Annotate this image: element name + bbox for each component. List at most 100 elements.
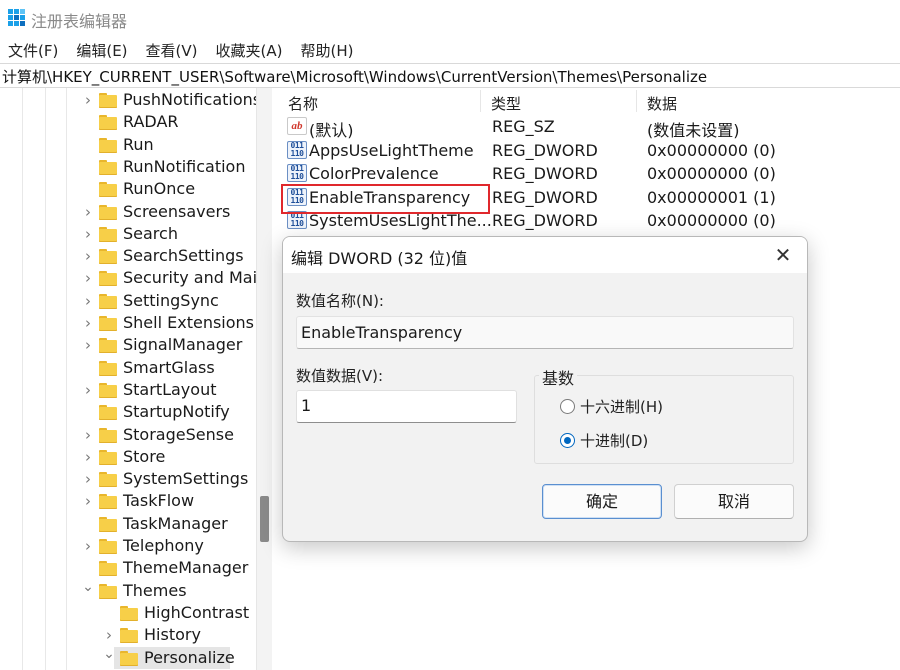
- address-bar[interactable]: 计算机\HKEY_CURRENT_USER\Software\Microsoft…: [0, 63, 900, 88]
- value-name-cell: AppsUseLightTheme: [309, 140, 474, 160]
- tree-scrollbar-thumb[interactable]: [260, 496, 269, 542]
- chevron-down-icon[interactable]: ⌄: [82, 579, 94, 595]
- tree-item-label: Telephony: [123, 536, 204, 555]
- key-tree-pane[interactable]: › PushNotifications RADAR Run RunNotificatio…: [0, 88, 272, 670]
- close-icon[interactable]: ✕: [769, 241, 797, 269]
- registry-editor-app-icon: [8, 9, 25, 26]
- column-header-name[interactable]: 名称: [288, 93, 318, 114]
- menu-help[interactable]: 帮助(H): [300, 40, 353, 61]
- folder-icon: [99, 405, 117, 421]
- tree-item[interactable]: ThemeManager: [0, 557, 256, 579]
- tree-item-label: SignalManager: [123, 335, 243, 355]
- tree-item[interactable]: › StartLayout: [0, 379, 256, 401]
- tree-item[interactable]: › SearchSettings: [0, 245, 256, 267]
- tree-item-label: Shell Extensions: [123, 313, 254, 332]
- chevron-right-icon[interactable]: ›: [82, 91, 94, 109]
- folder-icon: [99, 338, 117, 354]
- list-row[interactable]: 011 110 ColorPrevalence REG_DWORD 0x00000000…: [278, 162, 900, 185]
- chevron-right-icon[interactable]: ›: [82, 203, 94, 221]
- chevron-right-icon[interactable]: ›: [82, 381, 94, 399]
- tree-item-label: PushNotifications: [123, 90, 262, 109]
- chevron-right-icon[interactable]: ›: [82, 426, 94, 444]
- folder-icon: [99, 494, 117, 510]
- menu-favorites[interactable]: 收藏夹(A): [216, 40, 283, 61]
- tree-item[interactable]: › SettingSync: [0, 290, 256, 312]
- value-data-input[interactable]: 1: [296, 390, 517, 423]
- chevron-right-icon[interactable]: ›: [82, 314, 94, 332]
- value-name-label: 数值名称(N):: [296, 292, 384, 310]
- tree-item[interactable]: TaskManager: [0, 513, 256, 535]
- ok-button[interactable]: 确定: [542, 484, 662, 519]
- radio-button-checked[interactable]: [560, 432, 575, 448]
- tree-item[interactable]: › SystemSettings: [0, 468, 256, 490]
- tree-item[interactable]: HighContrast: [0, 602, 256, 624]
- tree-item[interactable]: › StorageSense: [0, 424, 256, 446]
- column-header-type[interactable]: 类型: [491, 93, 521, 114]
- tree-item[interactable]: StartupNotify: [0, 401, 256, 423]
- base-group-label: 基数: [539, 365, 578, 389]
- folder-icon: [99, 316, 117, 331]
- folder-icon: [99, 360, 117, 376]
- menu-edit[interactable]: 编辑(E): [76, 40, 127, 61]
- menu-file[interactable]: 文件(F): [8, 40, 58, 61]
- folder-icon: [99, 427, 117, 443]
- tree-item[interactable]: › PushNotifications: [0, 89, 261, 111]
- radio-hexadecimal[interactable]: 十六进制(H): [560, 395, 663, 417]
- tree-item[interactable]: › Telephony: [0, 535, 256, 557]
- menu-view[interactable]: 查看(V): [146, 40, 198, 61]
- folder-icon: [99, 293, 117, 309]
- tree-item-label: RunOnce: [123, 179, 196, 199]
- tree-item[interactable]: › Screensavers: [0, 201, 256, 223]
- folder-icon: [99, 137, 117, 153]
- tree-item[interactable]: ⌄ Themes: [0, 579, 256, 602]
- tree-item[interactable]: › Shell Extensions: [0, 312, 256, 334]
- edit-dword-dialog: 编辑 DWORD (32 位)值 ✕ 数值名称(N): EnableTransp…: [282, 236, 808, 542]
- column-divider[interactable]: [480, 90, 481, 112]
- chevron-right-icon[interactable]: ›: [82, 225, 94, 243]
- tree-item[interactable]: › History: [0, 624, 256, 646]
- tree-item-label: HighContrast: [144, 602, 250, 622]
- tree-item[interactable]: RunOnce: [0, 178, 256, 200]
- list-row[interactable]: 011 110 AppsUseLightTheme REG_DWORD 0x000000…: [278, 139, 900, 162]
- folder-icon: [99, 182, 117, 198]
- folder-icon: [99, 382, 117, 398]
- chevron-right-icon[interactable]: ›: [82, 269, 94, 287]
- chevron-right-icon[interactable]: ›: [103, 626, 115, 644]
- folder-icon: [99, 93, 117, 108]
- tree-item[interactable]: RunNotification: [0, 156, 256, 178]
- column-header-data[interactable]: 数据: [647, 93, 677, 114]
- tree-item[interactable]: › Search: [0, 223, 256, 245]
- list-row[interactable]: ab (默认) REG_SZ (数值未设置): [278, 115, 900, 140]
- tree-item[interactable]: ⌄ Personalize: [0, 646, 256, 669]
- tree-item[interactable]: Run: [0, 134, 256, 156]
- tree-item[interactable]: › SignalManager: [0, 334, 256, 356]
- chevron-right-icon[interactable]: ›: [82, 292, 94, 310]
- chevron-right-icon[interactable]: ›: [82, 470, 94, 488]
- menu-bar: 文件(F) 编辑(E) 查看(V) 收藏夹(A) 帮助(H): [0, 37, 900, 63]
- folder-icon: [99, 472, 117, 488]
- radio-button[interactable]: [560, 398, 575, 414]
- tree-item[interactable]: RADAR: [0, 111, 256, 133]
- chevron-right-icon[interactable]: ›: [82, 247, 94, 265]
- chevron-right-icon[interactable]: ›: [82, 492, 94, 510]
- radio-hexadecimal-label: 十六进制(H): [580, 397, 663, 416]
- folder-icon: [99, 159, 117, 175]
- radio-decimal[interactable]: 十进制(D): [560, 429, 648, 451]
- folder-icon: [120, 605, 138, 621]
- folder-icon: [99, 249, 117, 265]
- tree-item[interactable]: › TaskFlow: [0, 490, 256, 512]
- string-value-icon: ab: [287, 117, 307, 135]
- chevron-right-icon[interactable]: ›: [82, 537, 94, 555]
- column-divider[interactable]: [636, 90, 637, 112]
- chevron-down-icon[interactable]: ⌄: [103, 646, 115, 662]
- tree-item-label: Security and Main: [123, 268, 268, 288]
- cancel-button[interactable]: 取消: [674, 484, 794, 519]
- folder-icon: [99, 561, 117, 577]
- tree-item-label: ThemeManager: [123, 558, 249, 578]
- chevron-right-icon[interactable]: ›: [82, 336, 94, 354]
- tree-item[interactable]: SmartGlass: [0, 357, 256, 379]
- chevron-right-icon[interactable]: ›: [82, 448, 94, 466]
- tree-item[interactable]: › Store: [0, 446, 256, 468]
- tree-item[interactable]: › Security and Main: [0, 267, 267, 289]
- tree-scrollbar[interactable]: [256, 88, 272, 670]
